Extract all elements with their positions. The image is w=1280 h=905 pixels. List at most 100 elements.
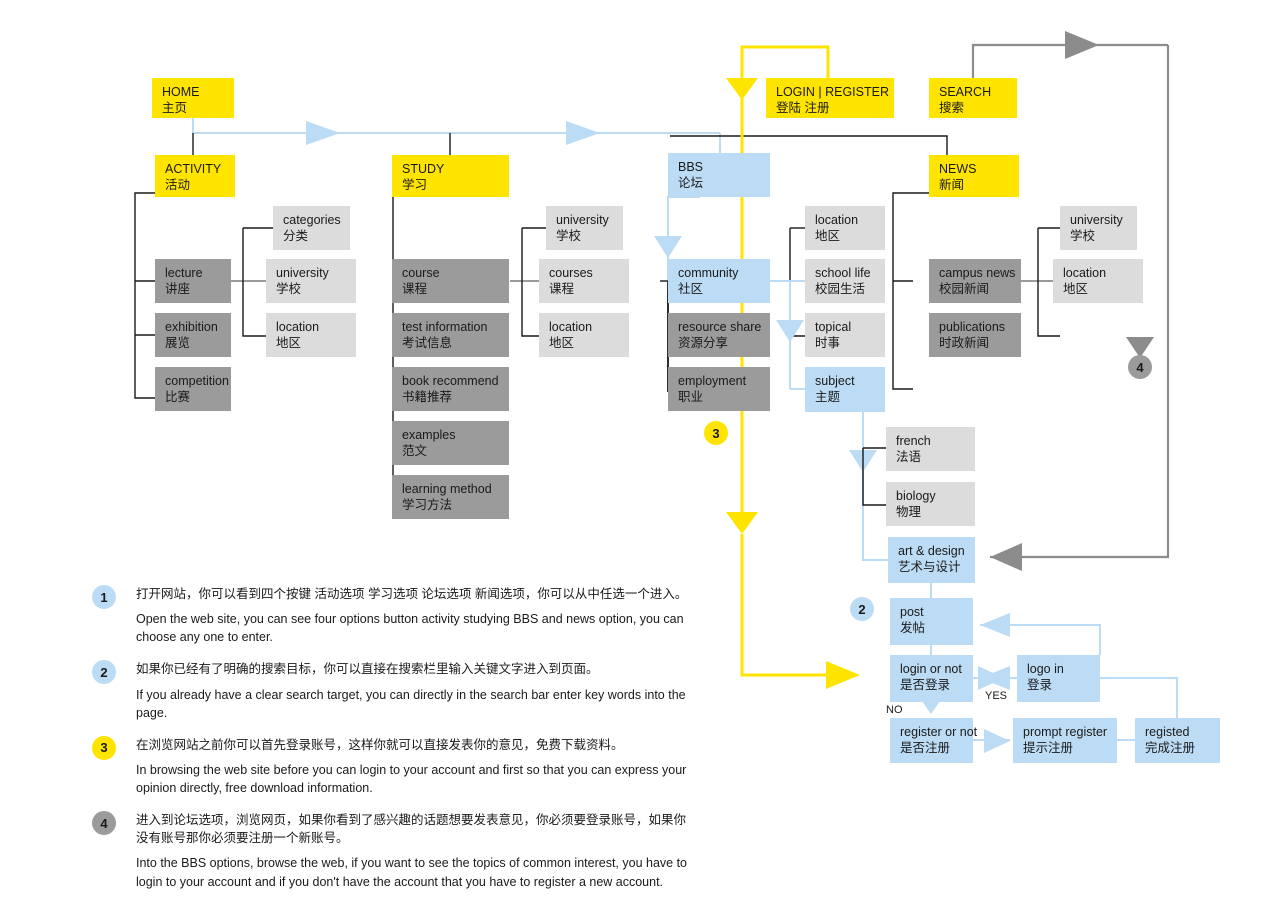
node-competition-cn: 比赛 bbox=[165, 390, 191, 404]
node-french-cn: 法语 bbox=[896, 450, 922, 464]
node-community[interactable]: community 社区 bbox=[668, 259, 770, 303]
node-campus-news[interactable]: campus news 校园新闻 bbox=[929, 259, 1021, 303]
node-news-location[interactable]: location 地区 bbox=[1053, 259, 1143, 303]
node-news[interactable]: NEWS 新闻 bbox=[929, 155, 1019, 197]
node-activity[interactable]: ACTIVITY 活动 bbox=[155, 155, 235, 197]
node-home-en: HOME bbox=[162, 85, 200, 99]
node-activity-university[interactable]: university 学校 bbox=[266, 259, 356, 303]
node-course-cn: 课程 bbox=[402, 282, 428, 296]
node-activity-university-en: university bbox=[276, 266, 329, 280]
node-school-life[interactable]: school life 校园生活 bbox=[805, 259, 885, 303]
node-post[interactable]: post 发帖 bbox=[890, 598, 973, 645]
node-news-university[interactable]: university 学校 bbox=[1060, 206, 1137, 250]
node-news-cn: 新闻 bbox=[939, 178, 965, 192]
node-login-or-not[interactable]: login or not 是否登录 bbox=[890, 655, 973, 702]
node-publications[interactable]: publications 时政新闻 bbox=[929, 313, 1021, 357]
node-resource-share[interactable]: resource share 资源分享 bbox=[668, 313, 770, 357]
legend-3-en: In browsing the web site before you can … bbox=[136, 762, 687, 795]
node-study-university-cn: 学校 bbox=[556, 229, 582, 243]
node-examples[interactable]: examples 范文 bbox=[392, 421, 509, 465]
node-exhibition[interactable]: exhibition 展览 bbox=[155, 313, 231, 357]
node-bbs-location-cn: 地区 bbox=[815, 229, 841, 243]
node-news-location-cn: 地区 bbox=[1063, 282, 1089, 296]
node-study-courses[interactable]: courses 课程 bbox=[539, 259, 629, 303]
node-registed-en: registed bbox=[1145, 725, 1190, 739]
legend-2-en: If you already have a clear search targe… bbox=[136, 687, 686, 720]
legend-badge-1: 1 bbox=[92, 585, 116, 609]
node-bbs-location[interactable]: location 地区 bbox=[805, 206, 885, 250]
legend-badge-3: 3 bbox=[92, 735, 116, 760]
node-art-design-en: art & design bbox=[898, 544, 965, 558]
node-study-university-en: university bbox=[556, 213, 609, 227]
node-learning-method[interactable]: learning method 学习方法 bbox=[392, 475, 509, 519]
node-competition[interactable]: competition 比赛 bbox=[155, 367, 231, 411]
node-search-cn: 搜索 bbox=[939, 101, 965, 115]
node-logo-in-cn: 登录 bbox=[1027, 678, 1053, 692]
legend-item-2: 2 如果你已经有了明确的搜索目标，你可以直接在搜索栏里输入关键文字进入到页面。 … bbox=[92, 660, 692, 721]
node-resource-share-en: resource share bbox=[678, 320, 762, 334]
node-french-en: french bbox=[896, 434, 931, 448]
node-activity-categories-cn: 分类 bbox=[283, 229, 309, 243]
node-search[interactable]: SEARCH 搜索 bbox=[929, 78, 1017, 118]
node-campus-news-cn: 校园新闻 bbox=[939, 282, 990, 296]
node-exhibition-cn: 展览 bbox=[165, 336, 191, 350]
node-book-recommend[interactable]: book recommend 书籍推荐 bbox=[392, 367, 509, 411]
legend-item-3: 3 在浏览网站之前你可以首先登录账号，这样你就可以直接发表你的意见，免费下载资料… bbox=[92, 735, 692, 797]
node-test-information[interactable]: test information 考试信息 bbox=[392, 313, 509, 357]
node-publications-cn: 时政新闻 bbox=[939, 336, 990, 350]
node-school-life-cn: 校园生活 bbox=[815, 282, 866, 296]
node-activity-categories[interactable]: categories 分类 bbox=[273, 206, 350, 250]
node-resource-share-cn: 资源分享 bbox=[678, 336, 729, 350]
legend-badge-4: 4 bbox=[92, 811, 116, 836]
node-bbs[interactable]: BBS 论坛 bbox=[668, 153, 770, 197]
node-home[interactable]: HOME 主页 bbox=[152, 78, 234, 118]
node-study-location-cn: 地区 bbox=[549, 336, 575, 350]
node-activity-location[interactable]: location 地区 bbox=[266, 313, 356, 357]
node-news-en: NEWS bbox=[939, 162, 977, 176]
node-prompt-register[interactable]: prompt register 提示注册 bbox=[1013, 718, 1117, 763]
node-book-recommend-en: book recommend bbox=[402, 374, 499, 388]
node-employment[interactable]: employment 职业 bbox=[668, 367, 770, 411]
node-bbs-en: BBS bbox=[678, 160, 704, 174]
node-community-en: community bbox=[678, 266, 739, 280]
node-competition-en: competition bbox=[165, 374, 229, 388]
node-logo-in[interactable]: logo in 登录 bbox=[1017, 655, 1100, 702]
node-register-or-not[interactable]: register or not 是否注册 bbox=[890, 718, 977, 763]
node-search-en: SEARCH bbox=[939, 85, 992, 99]
node-subject[interactable]: subject 主题 bbox=[805, 367, 885, 412]
node-login-register[interactable]: LOGIN | REGISTER 登陆 注册 bbox=[766, 78, 894, 118]
node-topical[interactable]: topical 时事 bbox=[805, 313, 885, 357]
node-employment-cn: 职业 bbox=[678, 390, 704, 404]
legend-item-4: 4 进入到论坛选项，浏览网页，如果你看到了感兴趣的话题想要发表意见，你必须要登录… bbox=[92, 811, 692, 891]
node-login-or-not-en: login or not bbox=[900, 662, 962, 676]
node-prompt-register-en: prompt register bbox=[1023, 725, 1108, 739]
node-study-location[interactable]: location 地区 bbox=[539, 313, 629, 357]
node-lecture[interactable]: lecture 讲座 bbox=[155, 259, 231, 303]
node-study-location-en: location bbox=[549, 320, 593, 334]
node-biology-cn: 物理 bbox=[896, 505, 922, 519]
node-logo-in-en: logo in bbox=[1027, 662, 1064, 676]
node-art-design[interactable]: art & design 艺术与设计 bbox=[888, 537, 975, 583]
node-school-life-en: school life bbox=[815, 266, 871, 280]
node-biology[interactable]: biology 物理 bbox=[886, 482, 975, 526]
node-french[interactable]: french 法语 bbox=[886, 427, 975, 471]
legend-4-en: Into the BBS options, browse the web, if… bbox=[136, 856, 688, 889]
legend-3-cn: 在浏览网站之前你可以首先登录账号，这样你就可以直接发表你的意见，免费下载资料。 bbox=[136, 737, 624, 752]
node-examples-cn: 范文 bbox=[402, 444, 428, 458]
node-post-en: post bbox=[900, 605, 924, 619]
node-study-university[interactable]: university 学校 bbox=[546, 206, 623, 250]
node-activity-university-cn: 学校 bbox=[276, 282, 302, 296]
legend-4-cn: 进入到论坛选项，浏览网页，如果你看到了感兴趣的话题想要发表意见，你必须要登录账号… bbox=[136, 813, 687, 846]
node-topical-en: topical bbox=[815, 320, 852, 334]
node-employment-en: employment bbox=[678, 374, 747, 388]
node-activity-location-en: location bbox=[276, 320, 320, 334]
node-post-cn: 发帖 bbox=[900, 621, 926, 635]
legend: 1 打开网站，你可以看到四个按键 活动选项 学习选项 论坛选项 新闻选项，你可以… bbox=[92, 585, 692, 905]
node-login-register-cn: 登陆 注册 bbox=[776, 101, 830, 115]
node-activity-categories-en: categories bbox=[283, 213, 341, 227]
node-registed[interactable]: registed 完成注册 bbox=[1135, 718, 1220, 763]
node-study[interactable]: STUDY 学习 bbox=[392, 155, 509, 197]
node-course[interactable]: course 课程 bbox=[392, 259, 509, 303]
node-news-university-en: university bbox=[1070, 213, 1123, 227]
edge-label-no: NO bbox=[886, 704, 903, 716]
